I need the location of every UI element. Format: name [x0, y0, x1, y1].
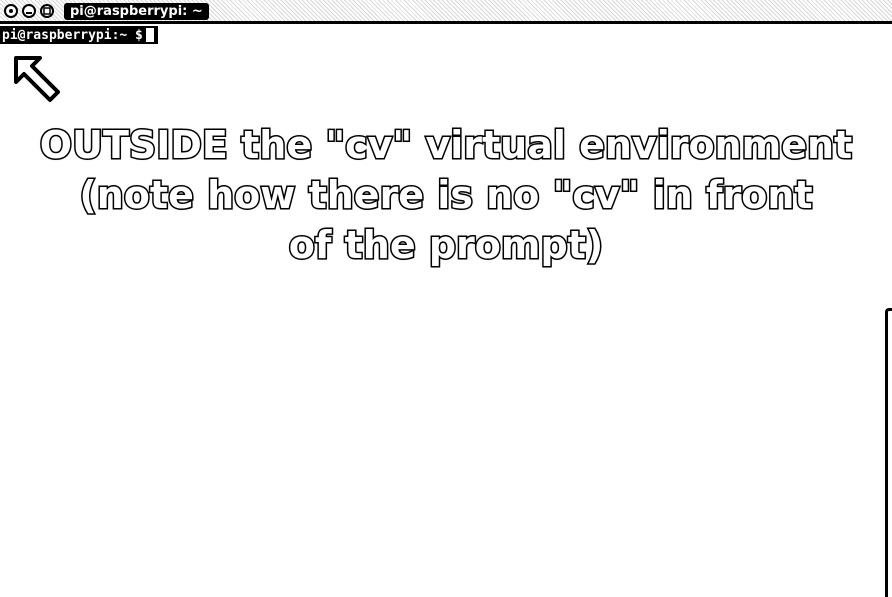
terminal-prompt-line[interactable]: pi@raspberrypi:~ $: [0, 26, 158, 44]
annotation-line: (note how there is no "cv" in front: [78, 172, 814, 219]
arrow-up-left-icon: [14, 56, 60, 102]
annotation-line: of the prompt): [287, 222, 604, 269]
minimize-icon[interactable]: [22, 4, 36, 18]
annotation-line: OUTSIDE the "cv" virtual environment: [38, 122, 853, 169]
title-bar[interactable]: pi@raspberrypi: ~: [0, 0, 892, 24]
annotation-text: OUTSIDE the "cv" virtual environment (no…: [0, 120, 892, 270]
scrollbar[interactable]: [885, 308, 892, 597]
shell-prompt: pi@raspberrypi:~ $: [2, 27, 143, 43]
window-menu-icon[interactable]: [4, 4, 18, 18]
terminal-window: pi@raspberrypi: ~ pi@raspberrypi:~ $ OUT…: [0, 0, 892, 597]
maximize-icon[interactable]: [40, 4, 54, 18]
text-cursor: [145, 28, 154, 42]
window-title: pi@raspberrypi: ~: [64, 3, 209, 20]
